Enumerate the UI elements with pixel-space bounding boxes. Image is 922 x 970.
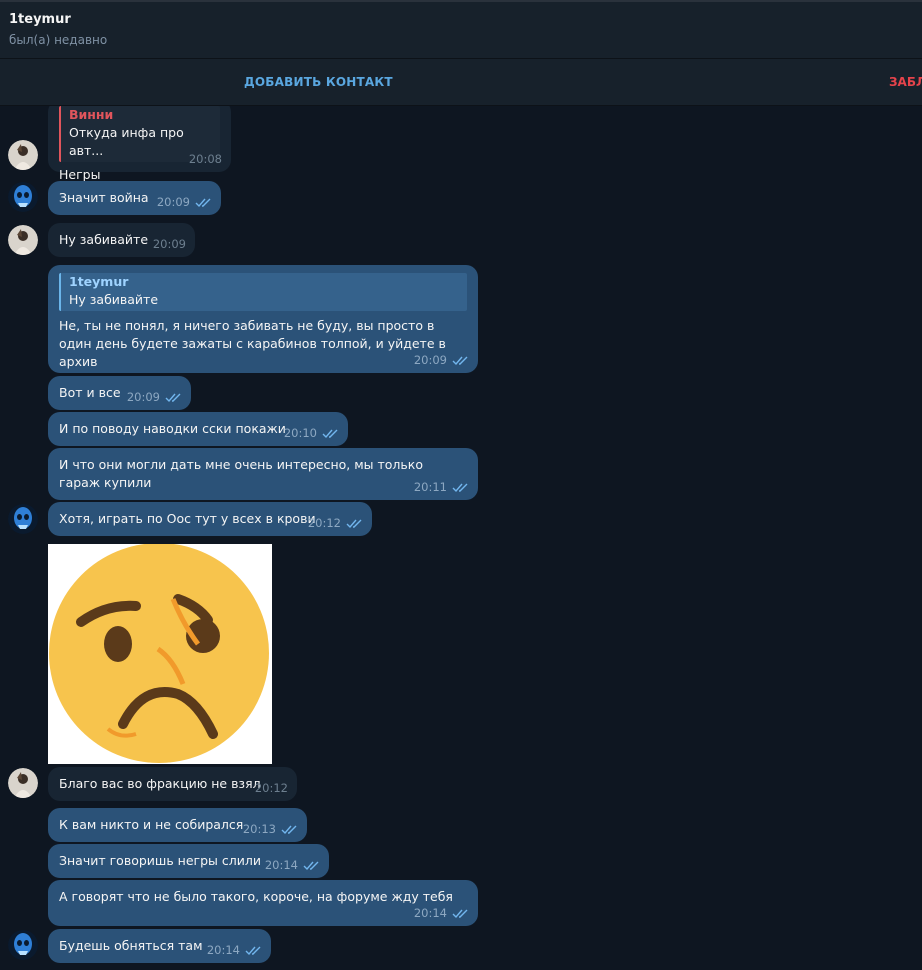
contact-action-bar: ДОБАВИТЬ КОНТАКТ ЗАБЛ	[0, 58, 922, 106]
double-check-icon	[346, 519, 362, 528]
message-bubble[interactable]: И что они могли дать мне очень интересно…	[48, 448, 478, 500]
user-avatar[interactable]	[8, 930, 38, 960]
message-time: 20:11	[413, 480, 447, 494]
reply-quote[interactable]: 1teymur Ну забивайте	[59, 273, 467, 311]
message-time: 20:09	[156, 195, 190, 209]
contact-avatar[interactable]	[8, 225, 38, 255]
message-bubble[interactable]: Благо вас во фракцию не взял 20:12	[48, 767, 297, 801]
reply-author: Винни	[69, 107, 114, 122]
message-bubble[interactable]: Ну забивайте 20:09	[48, 223, 195, 257]
chat-header[interactable]: 1teymur был(а) недавно	[0, 0, 922, 58]
double-check-icon	[303, 861, 319, 870]
block-user-button[interactable]: ЗАБЛ	[889, 75, 922, 89]
message-time: 20:13	[242, 822, 276, 836]
message-time: 20:09	[413, 353, 447, 367]
double-check-icon	[281, 825, 297, 834]
message-time: 20:12	[254, 781, 288, 795]
message-time: 20:10	[283, 426, 317, 440]
message-time: 20:12	[307, 516, 341, 530]
add-contact-button[interactable]: ДОБАВИТЬ КОНТАКТ	[244, 75, 393, 89]
message-list[interactable]: Винни Откуда инфа про авт... Негры 20:08…	[0, 106, 922, 970]
message-bubble[interactable]: А говорят что не было такого, короче, на…	[48, 880, 478, 926]
message-bubble[interactable]: Хотя, играть по Оос тут у всех в крови 2…	[48, 502, 372, 536]
message-bubble[interactable]: Вот и все 20:09	[48, 376, 191, 410]
user-avatar[interactable]	[8, 182, 38, 212]
double-check-icon	[245, 946, 261, 955]
message-text: Благо вас во фракцию не взял	[59, 776, 261, 791]
message-text: А говорят что не было такого, короче, на…	[59, 889, 453, 904]
message-time: 20:14	[206, 943, 240, 957]
message-text: Не, ты не понял, я ничего забивать не бу…	[59, 318, 446, 369]
last-seen-status: был(а) недавно	[9, 33, 108, 47]
message-time: 20:09	[152, 237, 186, 251]
user-avatar[interactable]	[8, 504, 38, 534]
message-time: 20:08	[188, 152, 222, 166]
message-time: 20:14	[413, 906, 447, 920]
double-check-icon	[165, 393, 181, 402]
double-check-icon	[452, 483, 468, 492]
message-bubble[interactable]: 1teymur Ну забивайте Не, ты не понял, я …	[48, 265, 478, 373]
double-check-icon	[452, 909, 468, 918]
reply-text: Ну забивайте	[69, 292, 159, 307]
message-bubble[interactable]: Будешь обняться там 20:14	[48, 929, 271, 963]
worried-face-sticker[interactable]	[48, 543, 272, 764]
contact-avatar[interactable]	[8, 768, 38, 798]
message-bubble[interactable]: Значит говоришь негры слили 20:14	[48, 844, 329, 878]
double-check-icon	[195, 198, 211, 207]
reply-author: 1teymur	[69, 274, 129, 289]
message-time: 20:14	[264, 858, 298, 872]
double-check-icon	[322, 429, 338, 438]
message-bubble[interactable]: Значит война 20:09	[48, 181, 221, 215]
message-bubble[interactable]: К вам никто и не собирался 20:13	[48, 808, 307, 842]
message-bubble[interactable]: И по поводу наводки сски покажи 20:10	[48, 412, 348, 446]
message-bubble[interactable]: Винни Откуда инфа про авт... Негры 20:08	[48, 106, 231, 182]
contact-avatar[interactable]	[8, 140, 38, 170]
message-text: И что они могли дать мне очень интересно…	[59, 457, 423, 490]
contact-name[interactable]: 1teymur	[9, 12, 922, 27]
message-time: 20:09	[126, 390, 160, 404]
double-check-icon	[452, 356, 468, 365]
